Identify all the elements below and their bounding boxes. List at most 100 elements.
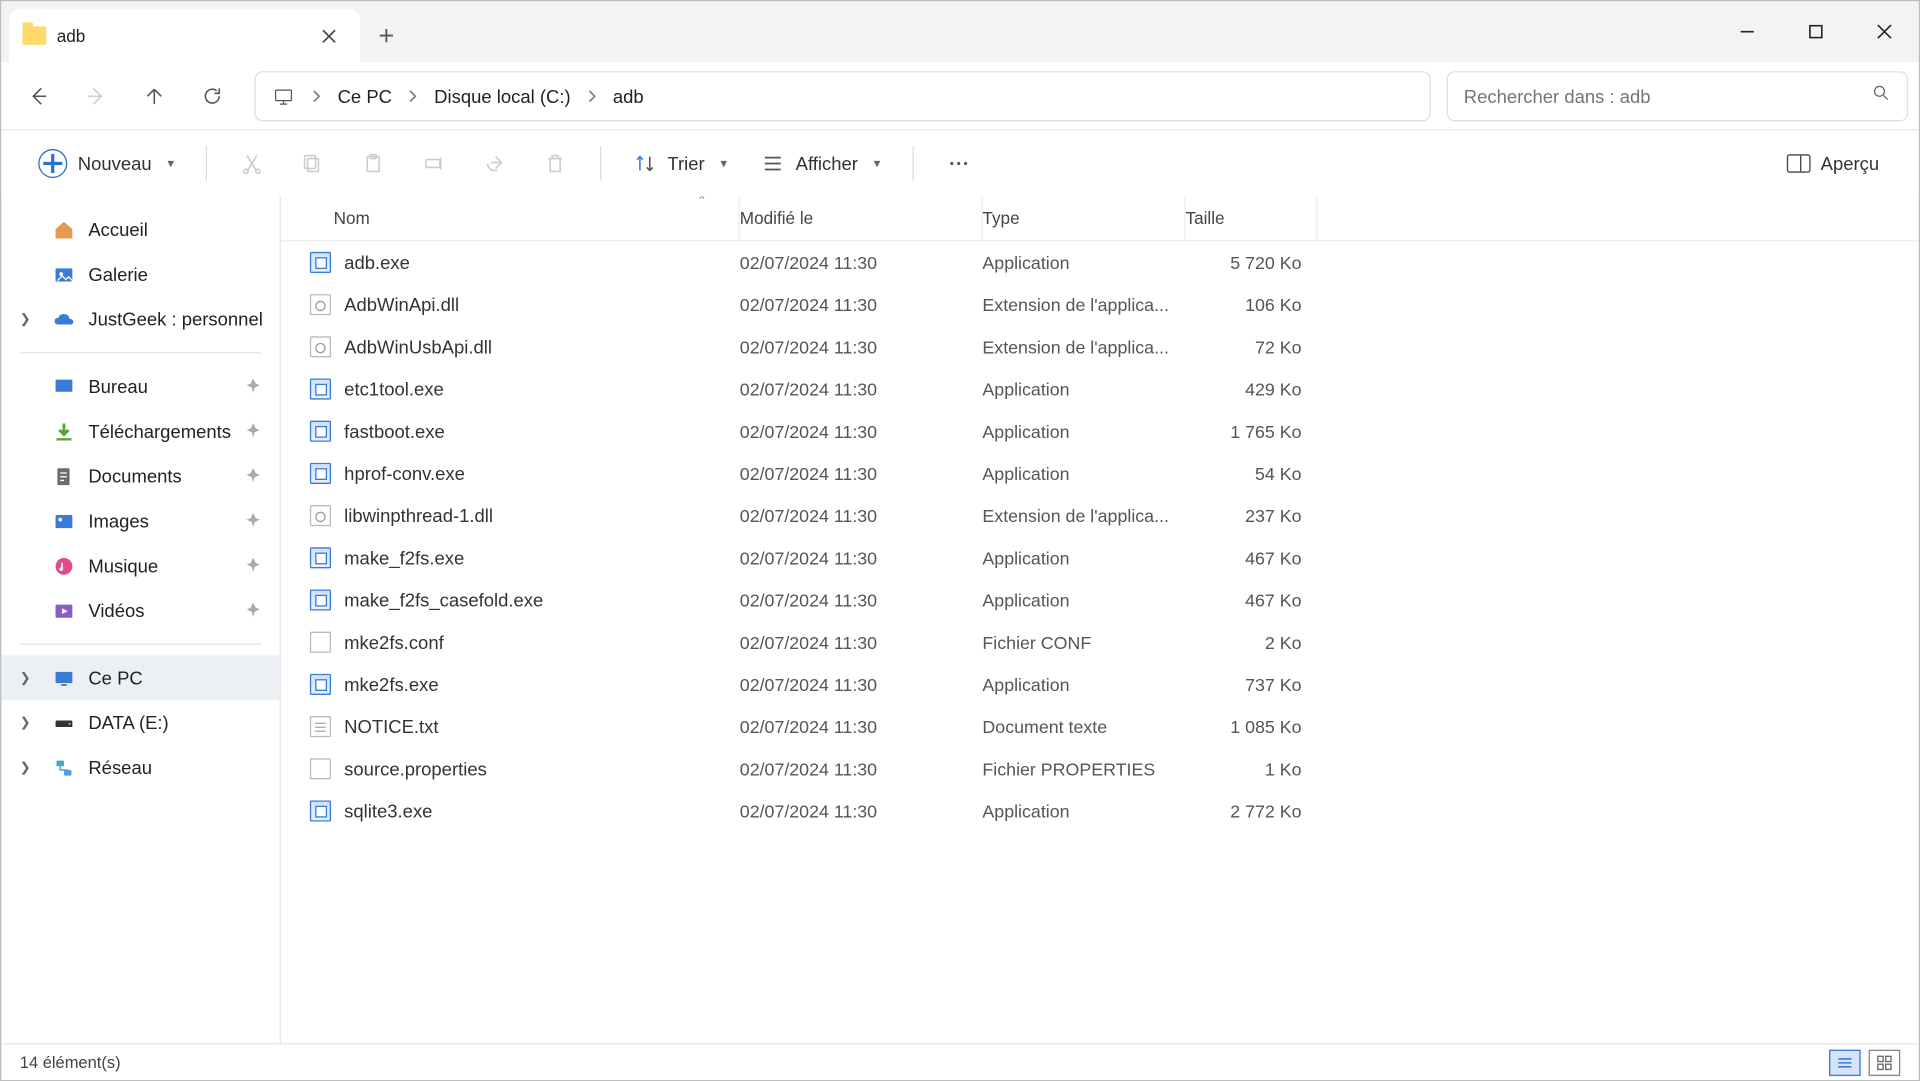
sidebar-item-documents[interactable]: Documents — [1, 454, 279, 499]
sidebar-item-desktop[interactable]: Bureau — [1, 364, 279, 409]
sidebar-item-data[interactable]: ❯ DATA (E:) — [1, 700, 279, 745]
chevron-right-icon[interactable]: ❯ — [20, 715, 31, 730]
refresh-button[interactable] — [186, 69, 239, 122]
chevron-right-icon[interactable]: ❯ — [20, 671, 31, 686]
table-row[interactable]: AdbWinApi.dll02/07/2024 11:30Extension d… — [281, 284, 1919, 326]
sidebar-item-label: Réseau — [88, 757, 152, 778]
sidebar-item-label: Galerie — [88, 264, 148, 285]
up-button[interactable] — [128, 69, 181, 122]
file-modified: 02/07/2024 11:30 — [740, 295, 983, 315]
search-input[interactable] — [1464, 85, 1861, 106]
file-modified: 02/07/2024 11:30 — [740, 379, 983, 399]
close-window-button[interactable] — [1850, 1, 1919, 62]
file-name: AdbWinApi.dll — [344, 294, 459, 315]
view-button[interactable]: Afficher ▾ — [748, 140, 893, 187]
table-row[interactable]: source.properties02/07/2024 11:30Fichier… — [281, 748, 1919, 790]
file-modified: 02/07/2024 11:30 — [740, 253, 983, 273]
new-tab-button[interactable] — [360, 9, 413, 62]
file-icon — [310, 632, 331, 653]
minimize-button[interactable] — [1713, 1, 1782, 62]
crumb-drive[interactable]: Disque local (C:) — [426, 72, 578, 119]
file-size: 429 Ko — [1186, 379, 1318, 399]
delete-button[interactable] — [529, 140, 582, 187]
forward-button[interactable] — [70, 69, 123, 122]
sidebar-item-home[interactable]: Accueil — [1, 207, 279, 252]
back-button[interactable] — [12, 69, 65, 122]
table-row[interactable]: NOTICE.txt02/07/2024 11:30Document texte… — [281, 706, 1919, 748]
new-button[interactable]: Nouveau ▾ — [25, 140, 187, 187]
table-row[interactable]: AdbWinUsbApi.dll02/07/2024 11:30Extensio… — [281, 326, 1919, 368]
chevron-right-icon[interactable] — [306, 89, 327, 102]
sidebar-item-downloads[interactable]: Téléchargements — [1, 409, 279, 454]
rename-button[interactable] — [408, 140, 461, 187]
table-row[interactable]: sqlite3.exe02/07/2024 11:30Application2 … — [281, 790, 1919, 832]
chevron-right-icon[interactable] — [403, 89, 424, 102]
file-icon — [310, 758, 331, 779]
crumb-folder[interactable]: adb — [605, 72, 652, 119]
sidebar-item-label: Ce PC — [88, 667, 142, 688]
file-icon — [310, 589, 331, 610]
table-row[interactable]: etc1tool.exe02/07/2024 11:30Application4… — [281, 368, 1919, 410]
thumbnails-view-button[interactable] — [1869, 1049, 1901, 1075]
column-header-name[interactable]: Nom ⌃ — [281, 196, 740, 240]
sidebar-item-thispc[interactable]: ❯ Ce PC — [1, 655, 279, 700]
column-header-modified[interactable]: Modifié le — [740, 196, 983, 240]
sidebar-item-music[interactable]: Musique — [1, 543, 279, 588]
file-icon — [310, 463, 331, 484]
search-icon[interactable] — [1871, 82, 1891, 108]
more-button[interactable] — [932, 140, 985, 187]
chevron-right-icon[interactable] — [581, 89, 602, 102]
file-name: libwinpthread-1.dll — [344, 505, 493, 526]
address-bar: Ce PC Disque local (C:) adb — [1, 62, 1918, 131]
sidebar-item-pictures[interactable]: Images — [1, 498, 279, 543]
table-row[interactable]: make_f2fs_casefold.exe02/07/2024 11:30Ap… — [281, 579, 1919, 621]
download-icon — [51, 419, 75, 443]
search-box[interactable] — [1447, 71, 1909, 121]
sort-button[interactable]: Trier ▾ — [620, 140, 740, 187]
tab-adb[interactable]: adb — [9, 9, 360, 62]
copy-button[interactable] — [286, 140, 339, 187]
pin-icon — [245, 555, 261, 576]
table-row[interactable]: fastboot.exe02/07/2024 11:30Application1… — [281, 410, 1919, 452]
chevron-right-icon[interactable]: ❯ — [20, 312, 31, 327]
crumb-pc[interactable]: Ce PC — [330, 72, 400, 119]
sidebar-item-label: Documents — [88, 466, 181, 487]
column-header-type[interactable]: Type — [982, 196, 1185, 240]
breadcrumb[interactable]: Ce PC Disque local (C:) adb — [255, 71, 1431, 121]
file-icon — [310, 336, 331, 357]
table-row[interactable]: mke2fs.exe02/07/2024 11:30Application737… — [281, 663, 1919, 705]
documents-icon — [51, 464, 75, 488]
paste-button[interactable] — [347, 140, 400, 187]
file-type: Application — [982, 421, 1185, 441]
new-label: Nouveau — [78, 153, 152, 174]
sidebar-item-videos[interactable]: Vidéos — [1, 588, 279, 633]
cut-button[interactable] — [226, 140, 279, 187]
file-type: Application — [982, 590, 1185, 610]
table-row[interactable]: adb.exe02/07/2024 11:30Application5 720 … — [281, 241, 1919, 283]
chevron-right-icon[interactable]: ❯ — [20, 760, 31, 775]
preview-button[interactable]: Aperçu — [1771, 140, 1895, 187]
table-row[interactable]: hprof-conv.exe02/07/2024 11:30Applicatio… — [281, 452, 1919, 494]
sidebar-item-network[interactable]: ❯ Réseau — [1, 745, 279, 790]
column-header-size[interactable]: Taille — [1186, 196, 1318, 240]
chevron-down-icon: ▾ — [168, 156, 175, 171]
chevron-down-icon: ▾ — [720, 156, 727, 171]
file-modified: 02/07/2024 11:30 — [740, 506, 983, 526]
details-view-button[interactable] — [1829, 1049, 1861, 1075]
table-row[interactable]: make_f2fs.exe02/07/2024 11:30Application… — [281, 537, 1919, 579]
tab-close-button[interactable] — [310, 17, 347, 54]
pin-icon — [245, 466, 261, 487]
column-label: Modifié le — [740, 208, 813, 228]
share-button[interactable] — [468, 140, 521, 187]
sidebar-item-label: DATA (E:) — [88, 712, 168, 733]
maximize-button[interactable] — [1782, 1, 1851, 62]
file-type: Application — [982, 801, 1185, 821]
table-row[interactable]: mke2fs.conf02/07/2024 11:30Fichier CONF2… — [281, 621, 1919, 663]
file-type: Document texte — [982, 717, 1185, 737]
file-type: Application — [982, 253, 1185, 273]
sidebar-item-gallery[interactable]: Galerie — [1, 252, 279, 297]
sidebar-item-personal[interactable]: ❯ JustGeek : personnel — [1, 297, 279, 342]
table-row[interactable]: libwinpthread-1.dll02/07/2024 11:30Exten… — [281, 495, 1919, 537]
pc-icon — [264, 85, 304, 106]
music-icon — [51, 554, 75, 578]
